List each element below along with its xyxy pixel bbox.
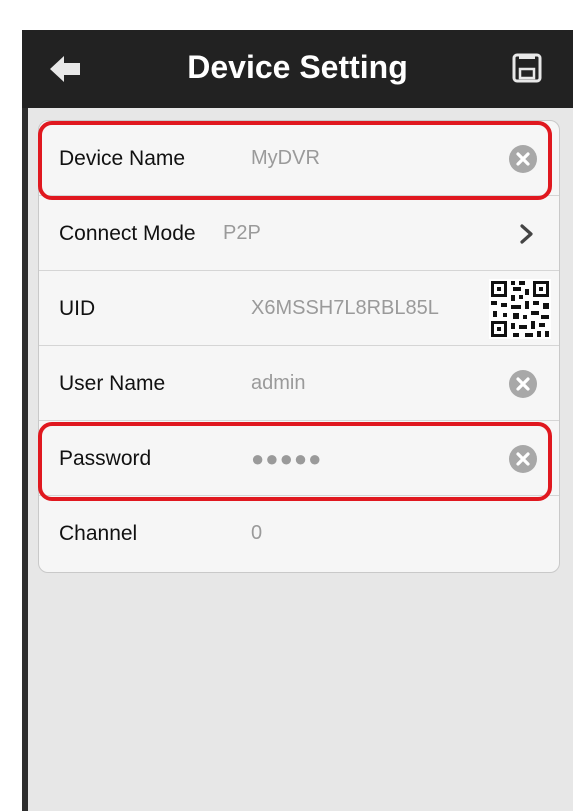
user-name-label: User Name: [59, 372, 166, 395]
connect-mode-value: P2P: [223, 222, 261, 244]
channel-row[interactable]: Channel 0: [39, 496, 559, 571]
uid-row[interactable]: UID X6MSSH7L8RBL85L: [39, 271, 559, 346]
channel-field[interactable]: 0: [251, 496, 262, 571]
clear-icon[interactable]: [509, 370, 537, 398]
content-area: Device Name MyDVR Connect Mode P2P UID X…: [22, 108, 573, 811]
qr-code-icon[interactable]: [489, 279, 551, 339]
password-field[interactable]: ●●●●●: [251, 421, 322, 496]
connect-mode-label: Connect Mode: [59, 222, 196, 245]
save-icon[interactable]: [511, 52, 543, 84]
arrow-left-icon[interactable]: [46, 50, 84, 88]
settings-panel: Device Name MyDVR Connect Mode P2P UID X…: [38, 120, 560, 573]
password-label: Password: [59, 447, 152, 470]
password-row[interactable]: Password ●●●●●: [39, 421, 559, 496]
chevron-right-icon[interactable]: [517, 220, 537, 248]
channel-label: Channel: [59, 522, 138, 545]
page-title: Device Setting: [187, 49, 408, 85]
connect-mode-row[interactable]: Connect Mode P2P: [39, 196, 559, 271]
clear-icon[interactable]: [509, 145, 537, 173]
user-name-field[interactable]: admin: [251, 346, 305, 421]
user-name-row[interactable]: User Name admin: [39, 346, 559, 421]
uid-label: UID: [59, 297, 96, 320]
device-name-row[interactable]: Device Name MyDVR: [39, 121, 559, 196]
nav-bar: Device Setting: [22, 30, 573, 108]
clear-icon[interactable]: [509, 445, 537, 473]
top-margin: [0, 0, 573, 30]
device-name-label: Device Name: [59, 147, 186, 170]
device-name-field[interactable]: MyDVR: [251, 121, 320, 196]
uid-field[interactable]: X6MSSH7L8RBL85L: [251, 271, 439, 346]
